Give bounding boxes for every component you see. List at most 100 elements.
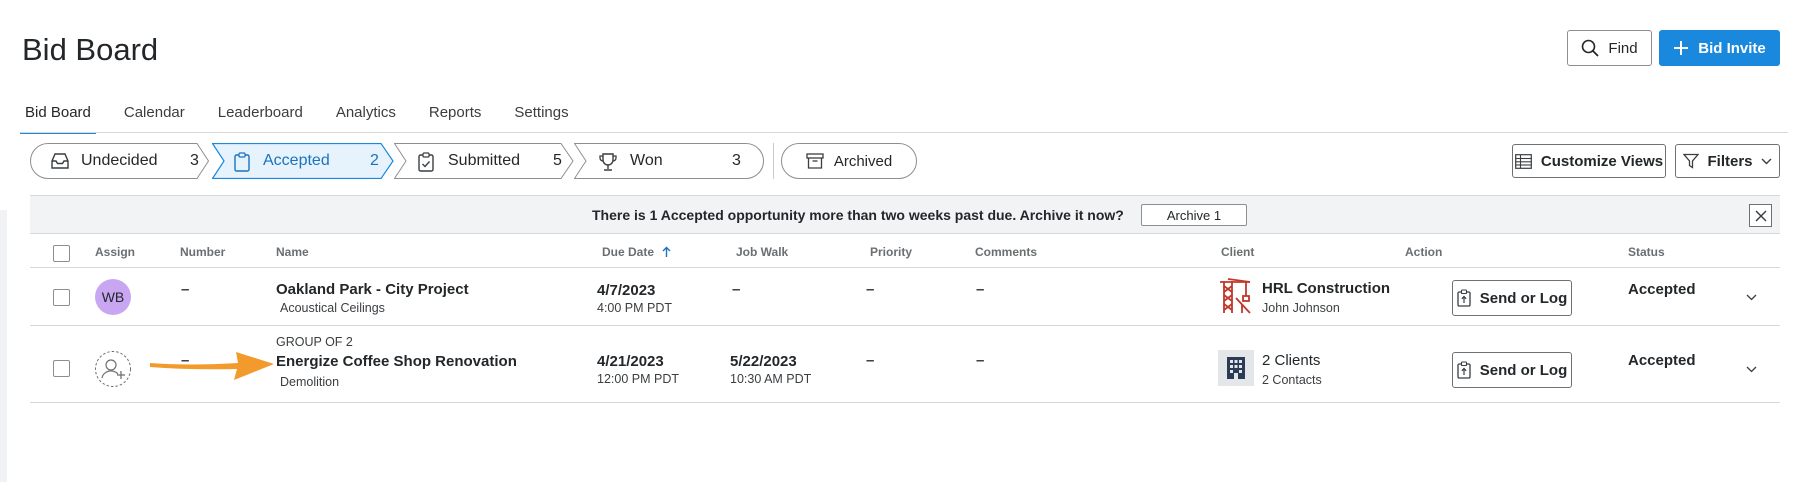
stage-label: Undecided [81, 152, 158, 169]
building-icon [1218, 350, 1254, 386]
column-priority[interactable]: Priority [870, 245, 912, 259]
close-icon [1755, 210, 1766, 221]
tab-reports[interactable]: Reports [424, 104, 487, 134]
column-due-date[interactable]: Due Date [602, 245, 671, 259]
stage-undecided[interactable]: Undecided 3 [30, 143, 210, 179]
stage-count: 3 [190, 152, 199, 169]
comments-value: – [976, 352, 985, 369]
trophy-icon [599, 153, 617, 171]
client-contact: 2 Contacts [1262, 373, 1322, 387]
due-time: 12:00 PM PDT [597, 372, 679, 386]
tab-calendar[interactable]: Calendar [119, 104, 190, 134]
column-job-walk[interactable]: Job Walk [736, 245, 788, 259]
row-checkbox[interactable] [53, 360, 70, 377]
archived-label: Archived [833, 152, 893, 170]
send-or-log-button[interactable]: Send or Log [1452, 352, 1572, 388]
select-all-checkbox[interactable] [53, 245, 70, 262]
stage-label: Submitted [448, 152, 521, 169]
send-or-log-button[interactable]: Send or Log [1452, 280, 1572, 316]
stage-count: 2 [370, 152, 379, 169]
client-name[interactable]: HRL Construction [1262, 280, 1390, 297]
opportunity-name[interactable]: Oakland Park - City Project [276, 281, 469, 298]
job-walk-time: 10:30 AM PDT [730, 372, 812, 386]
avatar[interactable]: WB [95, 279, 131, 315]
opportunity-trade: Acoustical Ceilings [280, 301, 385, 315]
column-name[interactable]: Name [276, 245, 309, 259]
group-label[interactable]: GROUP OF 2 [276, 335, 353, 349]
banner-message: There is 1 Accepted opportunity more tha… [592, 207, 1124, 223]
stage-accepted[interactable]: Accepted 2 [212, 143, 394, 179]
number-value: – [181, 281, 190, 298]
status-value: Accepted [1628, 281, 1696, 298]
banner-close-button[interactable] [1749, 204, 1772, 227]
archive-one-button[interactable]: Archive 1 [1141, 204, 1247, 226]
tab-bid-board[interactable]: Bid Board [20, 104, 96, 134]
clipboard-arrow-icon [1457, 361, 1471, 379]
bid-invite-button[interactable]: Bid Invite [1659, 30, 1780, 66]
chevron-down-icon [1761, 158, 1771, 164]
add-assignee-icon[interactable] [94, 350, 132, 388]
find-button[interactable]: Find [1567, 30, 1652, 66]
filters-label: Filters [1707, 152, 1753, 170]
customize-views-label: Customize Views [1540, 152, 1664, 170]
page-title: Bid Board [22, 32, 159, 67]
stage-count: 3 [732, 152, 741, 169]
search-icon [1582, 39, 1600, 57]
customize-views-button[interactable]: Customize Views [1512, 144, 1666, 178]
plus-icon [1674, 41, 1689, 55]
due-date-label: Due Date [602, 245, 655, 259]
column-number[interactable]: Number [180, 245, 225, 259]
column-client[interactable]: Client [1221, 245, 1254, 259]
stage-count: 5 [553, 152, 562, 169]
priority-value: – [866, 281, 875, 298]
status-value: Accepted [1628, 352, 1696, 369]
tab-settings[interactable]: Settings [509, 104, 573, 134]
client-name[interactable]: 2 Clients [1262, 352, 1320, 369]
archive-box-icon [806, 153, 824, 169]
past-due-banner: There is 1 Accepted opportunity more tha… [30, 195, 1780, 234]
opportunity-trade: Demolition [280, 375, 340, 389]
row-checkbox[interactable] [53, 289, 70, 306]
send-or-log-label: Send or Log [1479, 289, 1568, 307]
clipboard-check-icon [418, 152, 434, 172]
sort-ascending-icon [662, 246, 671, 257]
table-header: Assign Number Name Due Date Job Walk Pri… [30, 236, 1780, 268]
priority-value: – [866, 352, 875, 369]
stage-won[interactable]: Won 3 [574, 143, 764, 179]
stage-submitted[interactable]: Submitted 5 [394, 143, 574, 179]
inbox-icon [51, 153, 69, 169]
clipboard-arrow-icon [1457, 289, 1471, 307]
tab-analytics[interactable]: Analytics [331, 104, 401, 134]
column-status[interactable]: Status [1628, 245, 1665, 259]
due-time: 4:00 PM PDT [597, 301, 673, 315]
tabs-divider [20, 132, 1788, 133]
due-date: 4/7/2023 [597, 282, 656, 299]
archived-button[interactable]: Archived [781, 143, 917, 179]
clipboard-icon [234, 152, 250, 172]
job-walk-value: – [732, 281, 741, 298]
stage-label: Accepted [263, 152, 330, 169]
bid-invite-label: Bid Invite [1698, 39, 1766, 57]
filters-button[interactable]: Filters [1675, 144, 1780, 178]
comments-value: – [976, 281, 985, 298]
annotation-arrow-icon [150, 352, 274, 380]
client-contact: John Johnson [1262, 301, 1340, 315]
column-assign[interactable]: Assign [95, 245, 135, 259]
filter-icon [1683, 153, 1700, 169]
chevron-down-icon[interactable] [1746, 366, 1757, 373]
tab-leaderboard[interactable]: Leaderboard [213, 104, 308, 134]
column-action: Action [1405, 245, 1443, 259]
opportunity-name[interactable]: Energize Coffee Shop Renovation [276, 353, 517, 370]
due-date: 4/21/2023 [597, 353, 664, 370]
job-walk-date: 5/22/2023 [730, 353, 797, 370]
chevron-down-icon[interactable] [1746, 294, 1757, 301]
table-row[interactable]: – GROUP OF 2 Energize Coffee Shop Renova… [30, 326, 1780, 403]
table-icon [1514, 153, 1532, 169]
stage-label: Won [630, 152, 663, 169]
left-edge-panel [0, 210, 7, 482]
tab-bar: Bid Board Calendar Leaderboard Analytics… [20, 104, 597, 134]
table-row[interactable]: WB – Oakland Park - City Project Acousti… [30, 269, 1780, 326]
column-comments[interactable]: Comments [975, 245, 1037, 259]
send-or-log-label: Send or Log [1479, 361, 1568, 379]
crane-logo-icon [1220, 278, 1251, 314]
